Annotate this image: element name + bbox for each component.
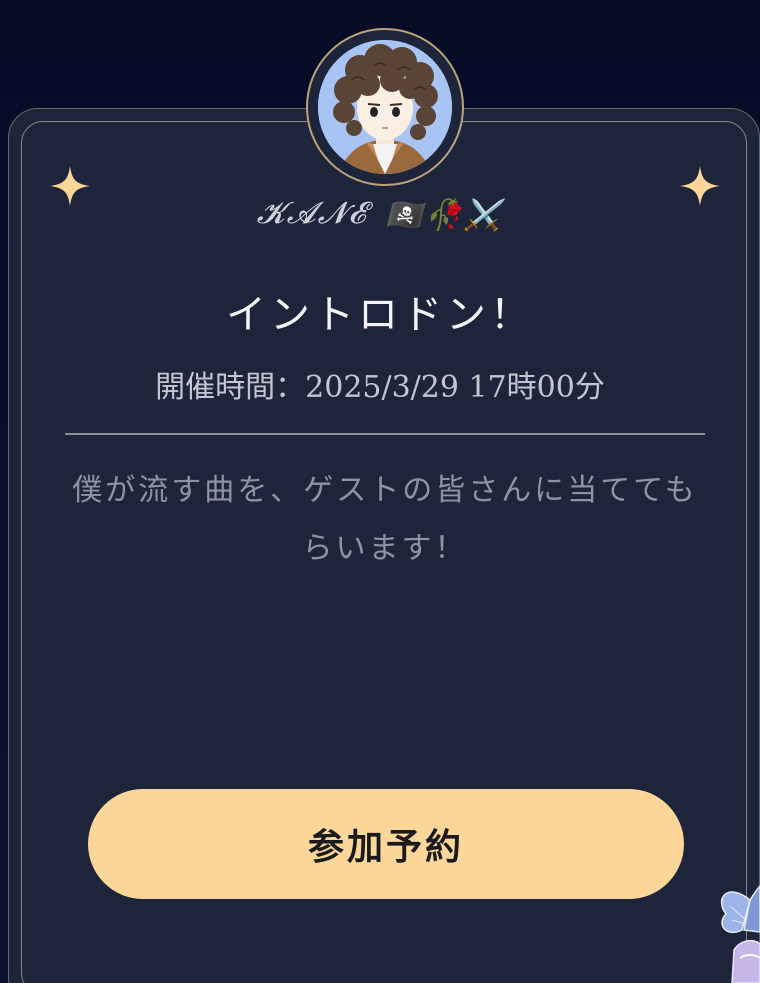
avatar-illustration xyxy=(318,40,452,174)
butterfly-icon xyxy=(720,884,760,983)
page: 𝓚𝓐𝓝𝓔 🏴‍☠️🥀⚔️ イントロドン！ 開催時間：2025/3/29 17時0… xyxy=(0,0,760,983)
host-name-text: 𝓚𝓐𝓝𝓔 xyxy=(256,196,368,231)
divider xyxy=(65,433,705,435)
event-title: イントロドン！ xyxy=(226,292,534,338)
host-emoji: 🏴‍☠️🥀⚔️ xyxy=(385,197,504,233)
host-name: 𝓚𝓐𝓝𝓔 🏴‍☠️🥀⚔️ xyxy=(0,196,760,233)
event-description: 僕が流す曲を、ゲストの皆さんに当ててもらいます！ xyxy=(72,473,698,566)
event-schedule: 開催時間：2025/3/29 17時00分 xyxy=(155,370,605,405)
host-avatar[interactable] xyxy=(318,40,452,174)
reserve-button[interactable]: 参加予約 xyxy=(88,789,684,899)
